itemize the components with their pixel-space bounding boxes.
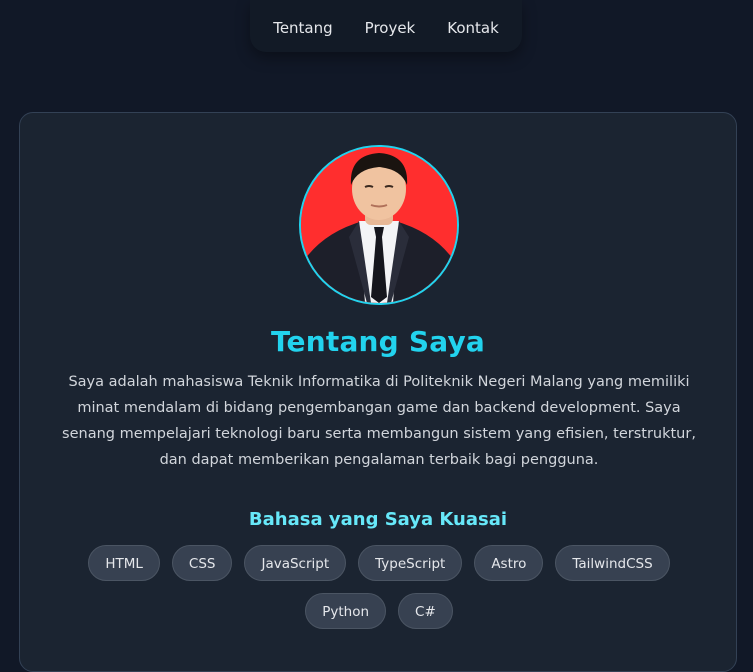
- skills-title: Bahasa yang Saya Kuasai: [248, 509, 508, 530]
- nav-link-tentang[interactable]: Tentang: [273, 19, 332, 37]
- nav-link-kontak[interactable]: Kontak: [447, 19, 499, 37]
- profile-photo-illustration: [301, 147, 457, 303]
- skill-badge-python: Python: [305, 593, 387, 629]
- skill-badge-csharp: C#: [398, 593, 453, 629]
- about-description: Saya adalah mahasiswa Teknik Informatika…: [62, 374, 696, 468]
- profile-photo: [299, 145, 459, 305]
- skill-badge-tailwindcss: TailwindCSS: [555, 545, 670, 581]
- skill-badge-html: HTML: [88, 545, 160, 581]
- about-card: Tentang Saya Saya adalah mahasiswa Tekni…: [19, 112, 737, 672]
- about-title: Tentang Saya: [270, 325, 486, 358]
- skill-badge-typescript: TypeScript: [358, 545, 463, 581]
- skill-badge-javascript: JavaScript: [244, 545, 347, 581]
- skill-badge-astro: Astro: [474, 545, 544, 581]
- skills-list: HTML CSS JavaScript TypeScript Astro Tai…: [50, 545, 708, 629]
- nav-link-proyek[interactable]: Proyek: [365, 19, 416, 37]
- skill-badge-css: CSS: [171, 545, 233, 581]
- top-nav: Tentang Proyek Kontak: [250, 0, 522, 52]
